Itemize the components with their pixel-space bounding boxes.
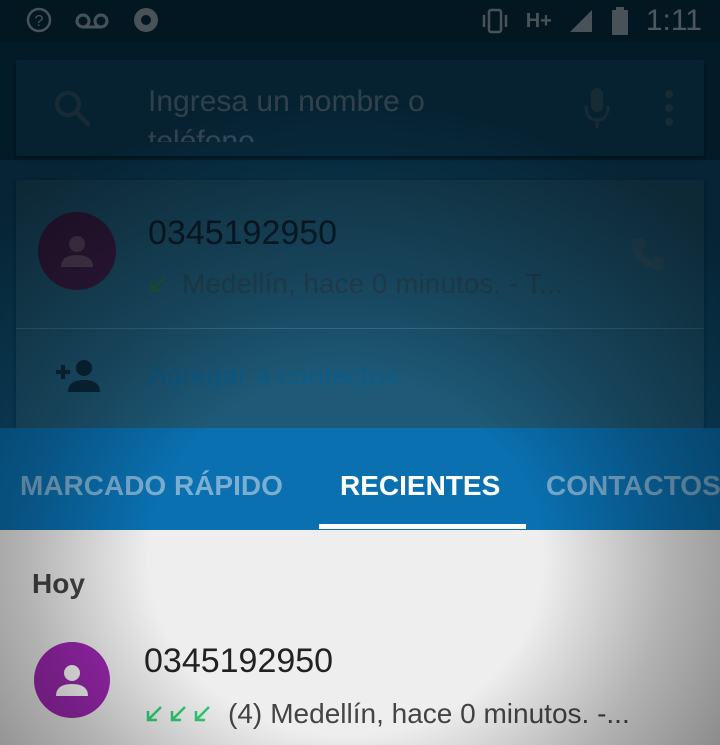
vibrate-icon [482, 8, 507, 34]
clock: 1:11 [645, 4, 702, 37]
card-divider [16, 328, 704, 329]
more-vert-icon[interactable] [662, 86, 676, 130]
status-indicators: H+ 1:11 [480, 4, 702, 38]
help-icon: ? [26, 7, 52, 33]
suggestion-detail: Medellín, hace 0 minutos. - T... [148, 268, 563, 300]
incoming-call-icon [146, 706, 210, 722]
battery-icon [611, 7, 628, 35]
tab-contacts[interactable]: CONTACTOS [546, 470, 720, 502]
suggestion-number[interactable]: 0345192950 [148, 214, 337, 253]
call-log-detail-text: Medellín, hace 0 minutos. -... [270, 698, 630, 729]
status-notifications: ? [26, 6, 160, 34]
network-type: H+ [525, 9, 552, 32]
call-log-detail: (4) Medellín, hace 0 minutos. -... [144, 698, 630, 730]
call-count: (4) [228, 698, 263, 729]
app-notification-icon [134, 8, 158, 32]
add-to-contacts-link[interactable]: Agregar a contactos [148, 360, 399, 392]
status-bar: ? H+ 1:11 [0, 0, 720, 42]
suggestion-detail-text: Medellín, hace 0 minutos. - T... [182, 268, 563, 299]
avatar[interactable] [34, 642, 110, 718]
section-header-today: Hoy [32, 568, 85, 599]
tab-bar: MARCADO RÁPIDO RECIENTES CONTACTOS [0, 428, 720, 530]
phone-icon[interactable] [628, 234, 668, 274]
incoming-call-icon [150, 276, 166, 292]
person-icon [61, 236, 93, 267]
tab-selected-indicator [319, 524, 526, 529]
tab-speed-dial[interactable]: MARCADO RÁPIDO [20, 470, 283, 502]
avatar[interactable] [38, 212, 116, 290]
search-icon[interactable] [52, 88, 92, 128]
mic-icon[interactable] [582, 86, 612, 130]
person-icon [56, 665, 88, 696]
add-contact-icon[interactable] [54, 358, 102, 394]
signal-icon [569, 10, 592, 32]
search-input[interactable]: Ingresa un nombre o teléfono [148, 82, 508, 142]
voicemail-icon [75, 13, 109, 29]
call-log-number[interactable]: 0345192950 [144, 642, 333, 681]
search-box[interactable]: Ingresa un nombre o teléfono [16, 60, 704, 156]
recents-list: Hoy 0345192950 (4) Medellín, hace 0 minu… [0, 530, 720, 745]
suggestion-card: 0345192950 Medellín, hace 0 minutos. - T… [16, 180, 704, 428]
tab-recents[interactable]: RECIENTES [340, 470, 500, 502]
svg-text:?: ? [35, 13, 44, 30]
